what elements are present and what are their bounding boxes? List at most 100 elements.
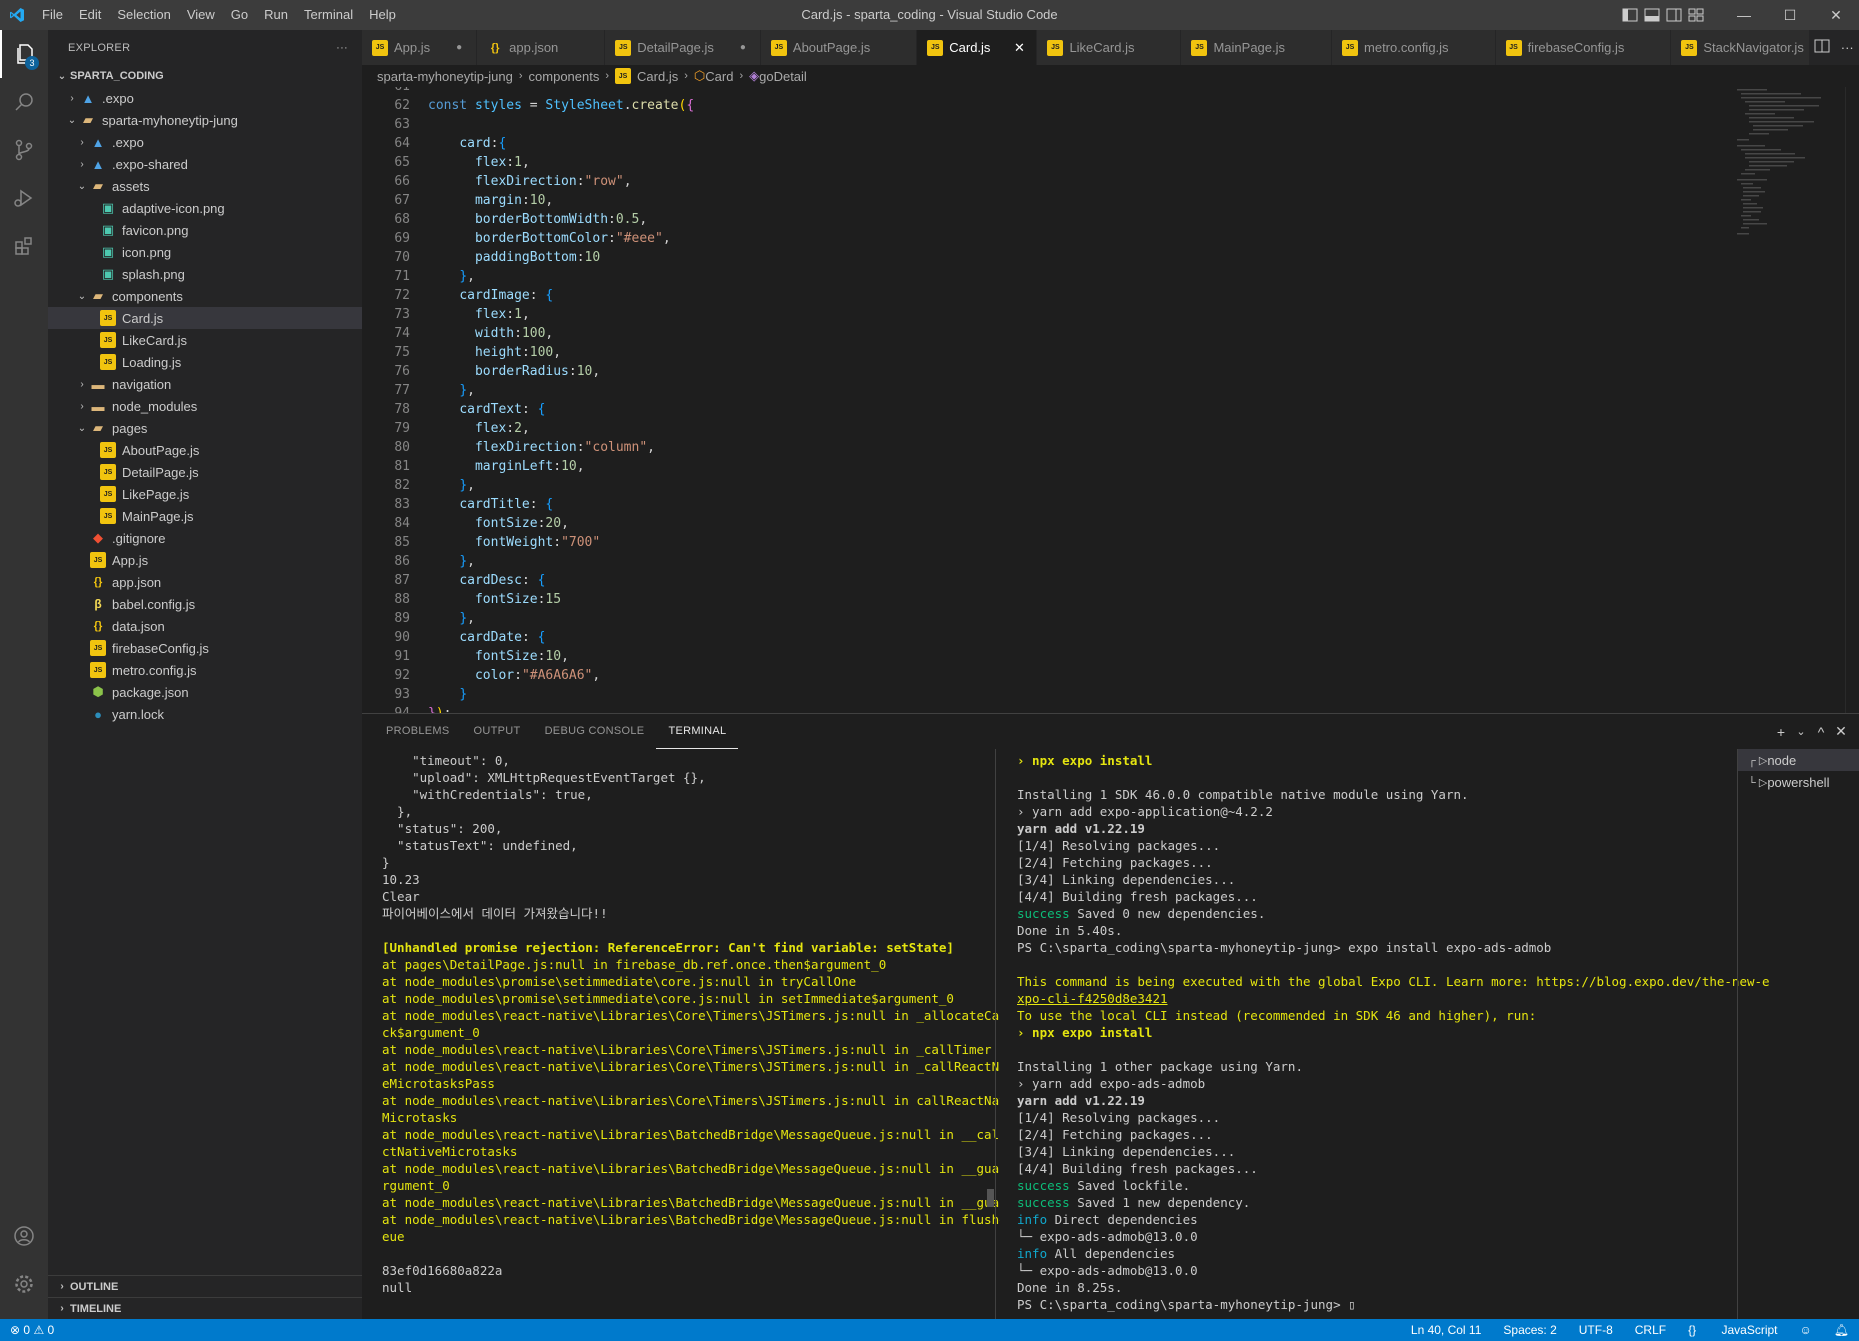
tree-item[interactable]: › ▲ .expo-shared — [48, 153, 362, 175]
maximize-button[interactable]: ☐ — [1767, 0, 1813, 30]
tree-item[interactable]: › ▬ node_modules — [48, 395, 362, 417]
search-icon[interactable] — [0, 78, 48, 126]
breadcrumb-item[interactable]: goDetail — [759, 69, 807, 84]
toggle-sidebar-icon[interactable] — [1619, 0, 1641, 30]
end-of-line[interactable]: CRLF — [1635, 1323, 1666, 1337]
editor-tab[interactable]: JS firebaseConfig.js — [1495, 30, 1672, 65]
more-actions-icon[interactable]: ··· — [1841, 40, 1854, 55]
terminal-scrollbar[interactable] — [987, 1189, 994, 1207]
language-mode[interactable]: {} JavaScript — [1688, 1323, 1777, 1337]
new-terminal-icon[interactable]: + — [1771, 724, 1791, 740]
tree-item[interactable]: {} app.json — [48, 571, 362, 593]
editor-tab[interactable]: {} app.json — [477, 30, 606, 65]
tree-item[interactable]: › ▲ .expo — [48, 87, 362, 109]
encoding[interactable]: UTF-8 — [1579, 1323, 1613, 1337]
terminal-split-divider[interactable] — [995, 749, 996, 1320]
tree-item[interactable]: ▣ adaptive-icon.png — [48, 197, 362, 219]
extensions-icon[interactable] — [0, 222, 48, 270]
menu-terminal[interactable]: Terminal — [296, 0, 361, 30]
workspace-header[interactable]: ⌄ SPARTA_CODING — [48, 65, 362, 87]
menu-edit[interactable]: Edit — [71, 0, 109, 30]
editor-tab[interactable]: JS LikeCard.js — [1037, 30, 1182, 65]
breadcrumb-item[interactable]: Card.js — [637, 69, 678, 84]
tree-item[interactable]: JS App.js — [48, 549, 362, 571]
timeline-section[interactable]: › TIMELINE — [48, 1297, 362, 1319]
tree-item[interactable]: ⌄ ▰ assets — [48, 175, 362, 197]
editor-tab[interactable]: JS MainPage.js — [1181, 30, 1333, 65]
tree-item[interactable]: ▣ splash.png — [48, 263, 362, 285]
breadcrumb-item[interactable]: components — [529, 69, 600, 84]
feedback-icon[interactable]: ☺ — [1800, 1323, 1812, 1337]
chevron-down-icon: ⌄ — [57, 70, 67, 82]
tree-item[interactable]: JS Loading.js — [48, 351, 362, 373]
tree-item[interactable]: JS firebaseConfig.js — [48, 637, 362, 659]
tree-item[interactable]: ▣ favicon.png — [48, 219, 362, 241]
editor-tab[interactable]: JS App.js ● — [362, 30, 478, 65]
split-editor-icon[interactable] — [1814, 39, 1830, 56]
tree-item[interactable]: JS MainPage.js — [48, 505, 362, 527]
chevron-down-icon[interactable]: ⌄ — [1791, 725, 1811, 738]
tree-item[interactable]: {} data.json — [48, 615, 362, 637]
notifications-bell-icon[interactable]: 🔔︎ — [1834, 1323, 1849, 1337]
problems-indicator[interactable]: ⊗ 0 ⚠ 0 — [0, 1323, 54, 1337]
close-icon[interactable]: ✕ — [1012, 40, 1026, 56]
tree-item[interactable]: JS AboutPage.js — [48, 439, 362, 461]
minimap[interactable] — [1735, 87, 1845, 707]
terminal-list-item-powershell[interactable]: └ ▷ powershell — [1738, 771, 1859, 793]
editor-tab[interactable]: JS AboutPage.js — [760, 30, 918, 65]
close-window-button[interactable]: ✕ — [1813, 0, 1859, 30]
run-debug-icon[interactable] — [0, 174, 48, 222]
editor-tab[interactable]: JS Card.js ✕ — [917, 30, 1038, 65]
tree-item[interactable]: JS metro.config.js — [48, 659, 362, 681]
code-editor[interactable]: 61 62 const styles = StyleSheet.create({63… — [362, 87, 1859, 713]
tree-item[interactable]: › ▬ navigation — [48, 373, 362, 395]
git-icon: ◆ — [93, 530, 103, 545]
tab-output[interactable]: OUTPUT — [462, 714, 533, 749]
tree-item[interactable]: ⌄ ▰ sparta-myhoneytip-jung — [48, 109, 362, 131]
tree-item[interactable]: ▣ icon.png — [48, 241, 362, 263]
close-panel-icon[interactable]: ✕ — [1831, 723, 1851, 740]
menu-selection[interactable]: Selection — [109, 0, 178, 30]
manage-gear-icon[interactable] — [0, 1260, 48, 1308]
tab-terminal[interactable]: TERMINAL — [656, 714, 739, 749]
breadcrumb-item[interactable]: sparta-myhoneytip-jung — [377, 69, 513, 84]
menu-run[interactable]: Run — [256, 0, 296, 30]
toggle-panel-icon[interactable] — [1641, 0, 1663, 30]
menu-file[interactable]: File — [34, 0, 71, 30]
tab-debug-console[interactable]: DEBUG CONSOLE — [533, 714, 657, 749]
cursor-position[interactable]: Ln 40, Col 11 — [1411, 1323, 1482, 1337]
tree-item[interactable]: ⬢ package.json — [48, 681, 362, 703]
breadcrumb: sparta-myhoneytip-jung › components › JS Card… — [362, 65, 1859, 87]
tree-item[interactable]: JS DetailPage.js — [48, 461, 362, 483]
tab-problems[interactable]: PROBLEMS — [374, 714, 462, 749]
tree-item[interactable]: ● yarn.lock — [48, 703, 362, 725]
more-actions-icon[interactable]: ··· — [336, 42, 348, 54]
editor-scrollbar[interactable] — [1845, 87, 1859, 713]
terminal-node[interactable]: "timeout": 0, "upload": XMLHttpRequestEv… — [382, 752, 1000, 1312]
tree-item[interactable]: JS LikeCard.js — [48, 329, 362, 351]
tree-item[interactable]: › ▲ .expo — [48, 131, 362, 153]
indentation[interactable]: Spaces: 2 — [1503, 1323, 1556, 1337]
explorer-icon[interactable]: 3 — [0, 30, 48, 78]
tree-item[interactable]: JS LikePage.js — [48, 483, 362, 505]
editor-tab[interactable]: JS DetailPage.js ● — [605, 30, 761, 65]
terminal-powershell[interactable]: › npx expo install Installing 1 SDK 46.0.… — [1017, 752, 1787, 1322]
editor-tab[interactable]: JS metro.config.js — [1332, 30, 1496, 65]
maximize-panel-icon[interactable]: ^ — [1811, 724, 1831, 740]
menu-view[interactable]: View — [179, 0, 223, 30]
tree-item[interactable]: ⌄ ▰ pages — [48, 417, 362, 439]
breadcrumb-item[interactable]: Card — [705, 69, 733, 84]
tree-item[interactable]: β babel.config.js — [48, 593, 362, 615]
terminal-list-item-node[interactable]: ┌ ▷ node — [1738, 749, 1859, 771]
minimize-button[interactable]: — — [1721, 0, 1767, 30]
menu-go[interactable]: Go — [223, 0, 256, 30]
customize-layout-icon[interactable] — [1685, 0, 1707, 30]
source-control-icon[interactable] — [0, 126, 48, 174]
tree-item[interactable]: JS Card.js — [48, 307, 362, 329]
toggle-secondary-sidebar-icon[interactable] — [1663, 0, 1685, 30]
tree-item[interactable]: ⌄ ▰ components — [48, 285, 362, 307]
menu-help[interactable]: Help — [361, 0, 404, 30]
tree-item[interactable]: ◆ .gitignore — [48, 527, 362, 549]
outline-section[interactable]: › OUTLINE — [48, 1275, 362, 1297]
accounts-icon[interactable] — [0, 1212, 48, 1260]
